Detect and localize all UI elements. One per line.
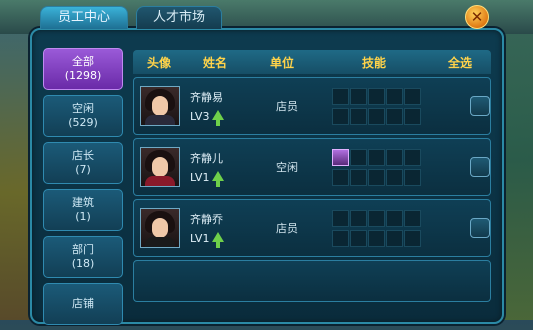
sidebar-item-label: 空闲 (72, 102, 94, 115)
skill-slot (386, 107, 403, 125)
staff-name: 齐静乔 (190, 213, 223, 226)
table-row[interactable]: 齐静易 LV3 店员 (133, 77, 491, 135)
sidebar-item-department[interactable]: 部门 (18) (43, 236, 123, 278)
header-unit: 单位 (269, 55, 294, 70)
tab-talent-market[interactable]: 人才市场 (136, 6, 222, 29)
select-checkbox[interactable] (470, 96, 490, 116)
skill-slot (350, 209, 367, 227)
table-header: 头像 姓名 单位 技能 全选 (133, 50, 491, 74)
staff-unit: 店员 (276, 100, 298, 113)
skill-slot (386, 229, 403, 247)
table-row[interactable]: 齐静乔 LV1 店员 (133, 199, 491, 257)
select-checkbox[interactable] (470, 157, 490, 177)
skill-slot (350, 107, 367, 125)
up-arrow-icon (212, 170, 225, 187)
skill-slot (332, 229, 349, 247)
skill-slot (368, 209, 385, 227)
staff-name: 齐静易 (190, 91, 223, 104)
sidebar-item-count: (1) (75, 210, 91, 223)
category-sidebar: 全部 (1298) 空闲 (529) 店长 (7) 建筑 (1) 部门 (18)… (43, 48, 123, 330)
sidebar-item-label: 部门 (72, 243, 94, 256)
skill-grid (332, 209, 442, 247)
skill-slot (368, 168, 385, 186)
skill-slot (332, 168, 349, 186)
sidebar-item-count: (7) (75, 163, 91, 176)
staff-unit: 空闲 (276, 161, 298, 174)
staff-level: LV1 (190, 171, 210, 184)
close-icon[interactable]: ✕ (465, 5, 489, 29)
header-name: 姓名 (202, 55, 227, 70)
staff-level: LV3 (190, 110, 210, 123)
sidebar-item-idle[interactable]: 空闲 (529) (43, 95, 123, 137)
sidebar-item-all[interactable]: 全部 (1298) (43, 48, 123, 90)
skill-grid (332, 87, 442, 125)
avatar (140, 147, 180, 187)
skill-slot (332, 87, 349, 105)
skill-slot (350, 168, 367, 186)
skill-slot (368, 148, 385, 166)
select-checkbox[interactable] (470, 218, 490, 238)
table-row[interactable]: 齐静儿 LV1 空闲 (133, 138, 491, 196)
sidebar-item-label: 店长 (72, 149, 94, 162)
skill-slot (368, 107, 385, 125)
staff-name: 齐静儿 (190, 152, 223, 165)
avatar (140, 86, 180, 126)
skill-slot (386, 87, 403, 105)
background-left (0, 0, 34, 320)
skill-slot (350, 229, 367, 247)
skill-slot (404, 209, 421, 227)
up-arrow-icon (212, 231, 225, 248)
skill-slot (404, 148, 421, 166)
skill-slot (332, 209, 349, 227)
skill-slot (332, 107, 349, 125)
staff-level: LV1 (190, 232, 210, 245)
header-avatar: 头像 (146, 55, 171, 70)
skill-slot (350, 87, 367, 105)
skill-slot (386, 148, 403, 166)
header-skills: 技能 (361, 55, 386, 70)
sidebar-item-shop[interactable]: 店铺 (43, 283, 123, 325)
skill-grid (332, 148, 442, 186)
skill-slot (386, 209, 403, 227)
sidebar-item-label: 店铺 (72, 297, 94, 310)
skill-item-icon[interactable] (332, 148, 349, 166)
sidebar-item-count: (1298) (64, 69, 102, 82)
sidebar-item-manager[interactable]: 店长 (7) (43, 142, 123, 184)
tab-staff-center[interactable]: 员工中心 (40, 6, 128, 29)
skill-slot (350, 148, 367, 166)
sidebar-item-label: 全部 (72, 55, 94, 68)
skill-slot (404, 229, 421, 247)
skill-slot (404, 168, 421, 186)
sidebar-item-building[interactable]: 建筑 (1) (43, 189, 123, 231)
table-row[interactable] (133, 260, 491, 302)
select-all-button[interactable]: 全选 (429, 54, 491, 71)
up-arrow-icon (212, 109, 225, 126)
sidebar-item-count: (18) (71, 257, 95, 270)
skill-slot (404, 87, 421, 105)
staff-unit: 店员 (276, 222, 298, 235)
skill-slot (368, 87, 385, 105)
staff-list[interactable]: 头像 姓名 单位 技能 全选 齐静易 LV3 店员 齐静儿 LV1 空闲 齐静乔… (133, 50, 491, 316)
sidebar-item-label: 建筑 (72, 196, 94, 209)
skill-slot (368, 229, 385, 247)
skill-slot (386, 168, 403, 186)
sidebar-item-count: (529) (68, 116, 98, 129)
avatar (140, 208, 180, 248)
skill-slot (404, 107, 421, 125)
